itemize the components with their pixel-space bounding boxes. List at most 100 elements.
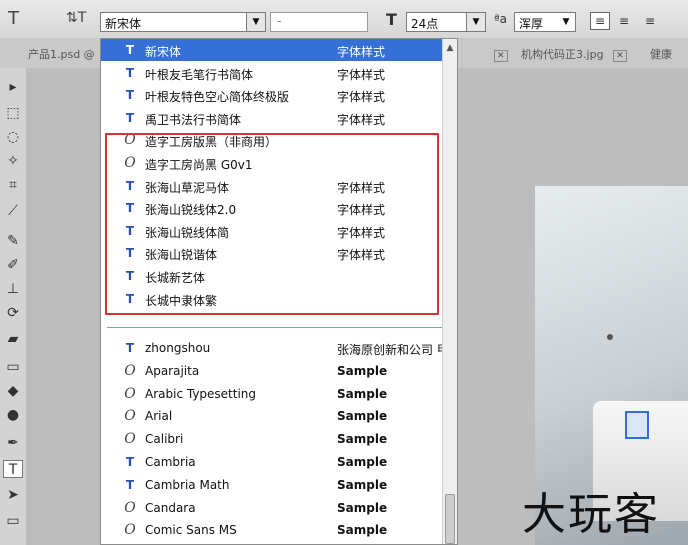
antialias-icon: ªa — [494, 12, 508, 26]
brush-tool-icon[interactable]: ✐ — [3, 256, 23, 274]
document-tab[interactable]: 健康 — [650, 46, 672, 66]
chevron-down-icon[interactable]: ▼ — [246, 13, 265, 31]
lasso-tool-icon[interactable]: ◌ — [3, 128, 23, 146]
font-sample: Sample — [337, 386, 388, 401]
font-list-item[interactable]: O Arabic Typesetting Sample — [101, 383, 457, 405]
font-sample: 张海原创新和公司 甲 — [337, 343, 449, 357]
eyedropper-tool-icon[interactable]: ⟋ — [3, 202, 23, 220]
red-highlight-box — [105, 133, 439, 315]
opentype-font-icon: O — [124, 499, 136, 516]
gradient-tool-icon[interactable]: ▭ — [3, 358, 23, 376]
font-name: Comic Sans MS — [145, 523, 237, 538]
font-sample: Sample — [337, 409, 388, 424]
font-name: zhongshou — [145, 341, 211, 355]
font-sample: Sample — [337, 432, 388, 447]
scroll-thumb[interactable] — [445, 494, 455, 544]
opentype-font-icon: O — [124, 408, 136, 425]
document-tab[interactable]: ✕ 机构代码正3.jpg ✕ — [488, 46, 627, 66]
screw-shape — [607, 334, 613, 340]
font-family-select[interactable]: 新宋体 ▼ — [100, 12, 266, 32]
tab-label: 健康 — [650, 48, 672, 61]
type-tool-icon[interactable]: T — [3, 460, 23, 478]
font-name: 新宋体 — [145, 45, 182, 59]
font-name: Calibri — [145, 432, 184, 447]
path-selection-tool-icon[interactable]: ➤ — [3, 486, 23, 504]
history-brush-tool-icon[interactable]: ⟳ — [3, 304, 23, 322]
options-bar: T ⇅T 新宋体 ▼ - T 24点 ▼ ªa 浑厚 ▼ ≡ ≡ ≡ — [0, 0, 688, 39]
label-sticker-shape — [625, 411, 649, 439]
chevron-down-icon[interactable]: ▼ — [466, 13, 485, 31]
crop-tool-icon[interactable]: ⌗ — [3, 176, 23, 194]
font-sample: Sample — [337, 455, 388, 469]
clone-stamp-tool-icon[interactable]: ⊥ — [3, 280, 23, 298]
truetype-font-icon: T — [125, 110, 135, 125]
font-name: Aparajita — [145, 363, 200, 378]
font-list-item[interactable]: T 叶根友特色空心简体终极版 字体样式 — [101, 84, 457, 106]
font-name: Arabic Typesetting — [145, 386, 257, 401]
font-list-item[interactable]: O Aparajita Sample — [101, 360, 457, 382]
chevron-down-icon[interactable]: ▼ — [557, 13, 575, 31]
font-list-item[interactable]: T 新宋体 字体样式 — [101, 39, 457, 61]
font-list-separator — [107, 327, 451, 328]
font-name: 禹卫书法行书简体 — [145, 112, 242, 127]
blur-tool-icon[interactable]: ◆ — [3, 382, 23, 400]
dodge-tool-icon[interactable]: ● — [3, 406, 23, 424]
font-list-item[interactable]: T 禹卫书法行书简体 字体样式 — [101, 107, 457, 129]
font-list-item[interactable]: O Candara Sample — [101, 497, 457, 519]
close-icon[interactable]: ✕ — [494, 50, 508, 62]
align-left-button[interactable]: ≡ — [590, 12, 610, 30]
move-tool-icon[interactable]: ▸ — [3, 78, 23, 96]
font-list-item[interactable]: T 叶根友毛笔行书简体 字体样式 — [101, 62, 457, 84]
font-sample: Sample — [337, 523, 388, 538]
font-size-select[interactable]: 24点 ▼ — [406, 12, 486, 32]
font-name: Cambria — [145, 455, 196, 469]
font-list-item[interactable]: O Arial Sample — [101, 405, 457, 427]
opentype-font-icon: O — [124, 385, 136, 402]
align-center-button[interactable]: ≡ — [614, 12, 634, 30]
tab-label: 产品1.psd @ — [28, 48, 95, 61]
font-sample: 字体样式 — [337, 67, 386, 82]
document-tab[interactable]: 产品1.psd @ — [28, 46, 95, 66]
close-icon[interactable]: ✕ — [613, 50, 627, 62]
font-list-item[interactable]: O Calibri Sample — [101, 428, 457, 450]
font-family-dropdown[interactable]: T 新宋体 字体样式 T 叶根友毛笔行书简体 字体样式 T 叶根友特色空心简体终极版 字体样式 T… — [100, 38, 458, 545]
font-family-value: 新宋体 — [105, 17, 142, 31]
font-list-item[interactable]: Tzhongshou 张海原创新和公司 甲 — [101, 337, 457, 359]
font-name: 叶根友毛笔行书简体 — [145, 67, 254, 82]
font-list-item[interactable]: T Cambria Math Sample — [101, 474, 457, 496]
font-sample: Sample — [337, 477, 388, 492]
font-sample: Sample — [337, 500, 388, 515]
opentype-font-icon: O — [124, 522, 136, 539]
horizontal-type-tool-icon[interactable]: T — [8, 8, 19, 29]
antialias-select[interactable]: 浑厚 ▼ — [514, 12, 576, 32]
truetype-font-icon: T — [125, 341, 135, 355]
font-size-icon: T — [386, 10, 397, 29]
dropdown-scrollbar[interactable]: ▲ — [442, 39, 457, 544]
font-name: Arial — [145, 409, 173, 424]
font-list-item[interactable]: O Comic Sans MS Sample — [101, 519, 457, 541]
font-style-value: - — [277, 14, 282, 28]
marquee-tool-icon[interactable]: ⬚ — [3, 104, 23, 122]
truetype-font-icon: T — [125, 455, 135, 469]
font-list-item[interactable]: T Cambria Sample — [101, 451, 457, 473]
opentype-font-icon: O — [124, 362, 136, 379]
shape-tool-icon[interactable]: ▭ — [3, 512, 23, 530]
healing-brush-tool-icon[interactable]: ✎ — [3, 232, 23, 250]
font-sample: Sample — [337, 363, 388, 378]
tab-label: 机构代码正3.jpg — [521, 48, 604, 61]
scroll-up-arrow-icon[interactable]: ▲ — [444, 43, 456, 55]
eraser-tool-icon[interactable]: ▰ — [3, 330, 23, 348]
truetype-font-icon: T — [125, 477, 135, 492]
opentype-font-icon: O — [124, 431, 136, 448]
toggle-text-orientation-icon[interactable]: ⇅T — [66, 10, 86, 26]
pen-tool-icon[interactable]: ✒ — [3, 434, 23, 452]
font-name: Candara — [145, 500, 196, 515]
font-style-select[interactable]: - — [270, 12, 368, 32]
quick-select-tool-icon[interactable]: ✧ — [3, 152, 23, 170]
align-right-button[interactable]: ≡ — [640, 12, 660, 30]
watermark-text: 大玩客 — [522, 489, 660, 540]
font-name: 叶根友特色空心简体终极版 — [145, 90, 290, 105]
truetype-font-icon: T — [125, 43, 135, 57]
font-sample: 字体样式 — [337, 112, 386, 127]
font-sample: 字体样式 — [337, 45, 386, 59]
